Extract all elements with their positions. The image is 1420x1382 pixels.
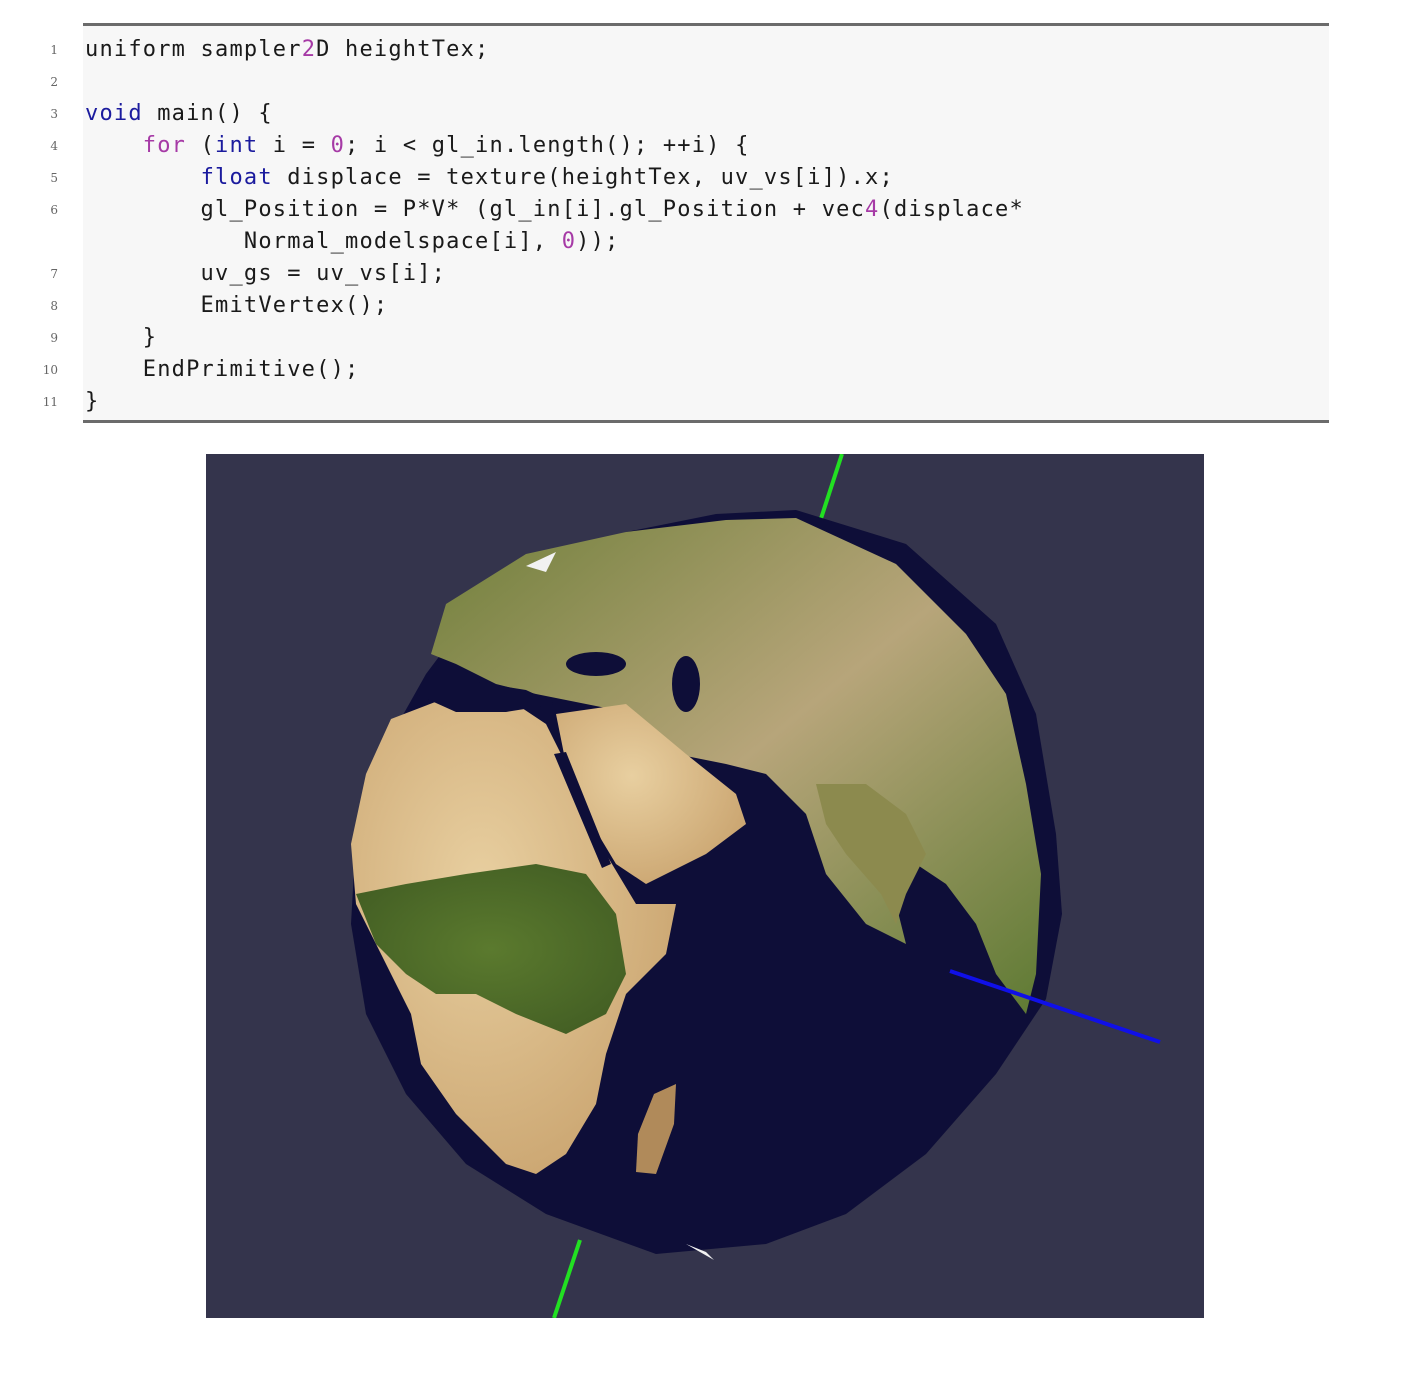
code-line: float displace = texture(heightTex, uv_v… [85, 162, 894, 194]
code-line: gl_Position = P*V* (gl_in[i].gl_Position… [85, 194, 1024, 226]
code-token: ; i < gl_in.length(); ++i) { [345, 133, 750, 158]
black-sea [566, 652, 626, 676]
caspian-sea [672, 656, 700, 712]
line-number: 1 [50, 43, 58, 57]
code-token: Normal_modelspace[i], [85, 229, 562, 254]
code-line: uniform sampler2D heightTex; [85, 34, 489, 66]
line-number: 8 [50, 299, 58, 313]
code-token: int [215, 133, 259, 158]
code-line: } [85, 386, 99, 418]
code-line: Normal_modelspace[i], 0)); [85, 226, 620, 258]
code-token: 0 [561, 229, 577, 254]
code-token: (displace* [879, 197, 1024, 222]
code-listing: 1 uniform sampler2D heightTex; 2 3 void main… [43, 23, 1329, 423]
code-line: } [85, 322, 157, 354]
line-number: 3 [50, 107, 58, 121]
code-token: D heightTex; [316, 37, 490, 62]
line-number: 4 [50, 139, 58, 153]
code-token: EmitVertex(); [85, 293, 389, 318]
line-number [28, 226, 58, 258]
globe-render-figure [206, 454, 1204, 1318]
code-token: } [85, 389, 100, 414]
code-token: gl_Position = P*V* (gl_in[i].gl_Position… [85, 197, 866, 222]
code-token: } [85, 325, 158, 350]
code-token: uv_gs = uv_vs[i]; [85, 261, 447, 286]
line-number: 11 [42, 395, 58, 409]
code-token: float [200, 165, 273, 190]
code-line: void main() { [85, 98, 273, 130]
code-line: EndPrimitive(); [85, 354, 359, 386]
line-number: 10 [42, 363, 58, 377]
code-line: for (int i = 0; i < gl_in.length(); ++i)… [85, 130, 750, 162]
code-token: uniform sampler [85, 37, 302, 62]
code-token: i = [258, 133, 331, 158]
line-number: 9 [50, 331, 58, 345]
code-token: )); [576, 229, 620, 254]
line-number: 2 [50, 75, 58, 89]
code-token: main() { [142, 101, 273, 126]
green-axis-bottom [552, 1239, 582, 1318]
code-token: 2 [301, 37, 317, 62]
line-number: 5 [50, 171, 58, 185]
code-token: 4 [865, 197, 880, 222]
code-token: EndPrimitive(); [85, 357, 360, 382]
code-line: uv_gs = uv_vs[i]; [85, 258, 446, 290]
code-token: for [142, 133, 187, 158]
globe-render-svg [351, 454, 1161, 1318]
line-number: 6 [50, 203, 58, 217]
code-line: EmitVertex(); [85, 290, 388, 322]
code-token: ( [186, 133, 216, 158]
code-token: 0 [330, 133, 346, 158]
line-number: 7 [50, 267, 58, 281]
code-token: void [85, 101, 143, 126]
code-token: displace = texture(heightTex, uv_vs[i]).… [272, 165, 894, 190]
